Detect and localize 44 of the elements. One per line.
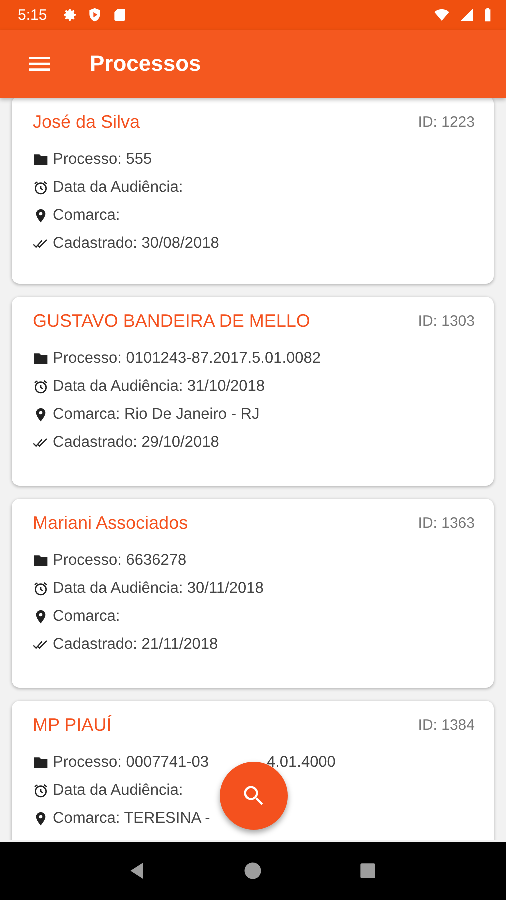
battery-icon [484,7,492,23]
client-name: GUSTAVO BANDEIRA DE MELLO [33,311,310,332]
detail-text: Data da Audiência: 31/10/2018 [53,378,266,396]
record-card[interactable]: Mariani Associados ID: 1363 Processo: 6636278 Data da Audiência: 30/11/2018 Comarca: Cadastrado: 21/11/2018 [12,499,494,688]
client-name: José da Silva [33,112,140,133]
detail-text: Comarca: [53,207,120,225]
folder-icon [33,553,49,569]
folder-icon [33,755,49,771]
detail-text: 4.01.4000 [266,754,336,772]
screen-title: Processos [90,51,202,77]
detail-text: Cadastrado: 29/10/2018 [53,434,220,452]
alarm-clock-icon [33,379,49,395]
detail-text: Data da Audiência: [53,782,184,800]
folder-icon [33,152,49,168]
record-card[interactable]: José da Silva ID: 1223 Processo: 555 Data da Audiência: Comarca: Cadastrado: 30/08/2018 [12,96,494,284]
record-id: ID: 1223 [418,114,475,131]
detail-text: Data da Audiência: 30/11/2018 [53,580,264,598]
detail-text: Cadastrado: 21/11/2018 [53,636,218,654]
clock-time: 5:15 [18,6,48,24]
sd-card-icon [112,7,128,23]
gear-icon [62,7,78,23]
client-name: MP PIAUÍ [33,715,112,736]
alarm-clock-icon [33,180,49,196]
detail-text: Cadastrado: 30/08/2018 [53,235,220,253]
shield-icon [87,7,104,23]
detail-text: Comarca: Rio De Janeiro - RJ [53,406,260,424]
folder-icon [33,351,49,367]
client-name: Mariani Associados [33,513,188,534]
detail-text: Comarca: [53,608,120,626]
detail-text: Data da Audiência: [53,179,184,197]
record-card[interactable]: GUSTAVO BANDEIRA DE MELLO ID: 1303 Processo: 0101243-87.2017.5.01.0082 Data da Audiência: 31/10/2018 Comarca: Rio De Janeiro - RJ Cadastrado: 29/10/2018 [12,297,494,486]
alarm-clock-icon [33,581,49,597]
wifi-icon [434,7,450,23]
record-id: ID: 1363 [418,515,475,532]
alarm-clock-icon [33,783,49,799]
record-id: ID: 1384 [418,717,475,734]
detail-text: Processo: 0007741-03 [53,754,209,772]
detail-text: Processo: 6636278 [53,552,187,570]
record-id: ID: 1303 [418,313,475,330]
detail-text: Comarca: TERESINA - [53,810,210,828]
signal-icon [459,7,475,23]
detail-text: Processo: 555 [53,151,152,169]
detail-text: Processo: 0101243-87.2017.5.01.0082 [53,350,322,368]
record-card[interactable]: MP PIAUÍ ID: 1384 Processo: 0007741-03 4.01.4000 Data da Audiência: Comarca: TERESINA - [12,701,494,840]
